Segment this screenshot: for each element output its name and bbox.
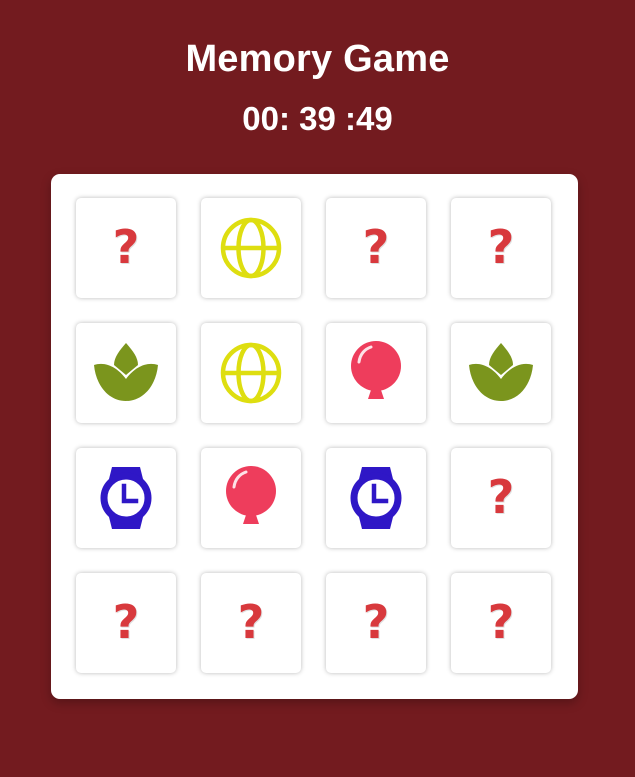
question-mark-icon: ? — [112, 595, 140, 649]
card-6[interactable] — [201, 323, 301, 423]
globe-icon — [220, 217, 282, 279]
question-mark-icon: ? — [487, 220, 515, 274]
question-mark-icon: ? — [112, 220, 140, 274]
card-13[interactable]: ? — [76, 573, 176, 673]
question-mark-icon: ? — [237, 595, 265, 649]
card-4[interactable]: ? — [451, 198, 551, 298]
watch-icon — [100, 467, 152, 529]
card-8[interactable] — [451, 323, 551, 423]
game-board: ? ? ? ? ? ? ? ? — [51, 174, 578, 699]
card-10[interactable] — [201, 448, 301, 548]
card-9[interactable] — [76, 448, 176, 548]
card-15[interactable]: ? — [326, 573, 426, 673]
game-timer: 00: 39 :49 — [242, 100, 393, 137]
card-16[interactable]: ? — [451, 573, 551, 673]
question-mark-icon: ? — [362, 595, 390, 649]
lotus-icon — [94, 343, 158, 401]
card-3[interactable]: ? — [326, 198, 426, 298]
card-14[interactable]: ? — [201, 573, 301, 673]
card-7[interactable] — [326, 323, 426, 423]
card-5[interactable] — [76, 323, 176, 423]
card-1[interactable]: ? — [76, 198, 176, 298]
card-2[interactable] — [201, 198, 301, 298]
balloon-icon — [351, 341, 401, 399]
question-mark-icon: ? — [487, 470, 515, 524]
watch-icon — [350, 467, 402, 529]
question-mark-icon: ? — [487, 595, 515, 649]
card-11[interactable] — [326, 448, 426, 548]
card-12[interactable]: ? — [451, 448, 551, 548]
game-title: Memory Game — [185, 38, 450, 80]
lotus-icon — [469, 343, 533, 401]
globe-icon — [220, 342, 282, 404]
balloon-icon — [226, 466, 276, 524]
question-mark-icon: ? — [362, 220, 390, 274]
